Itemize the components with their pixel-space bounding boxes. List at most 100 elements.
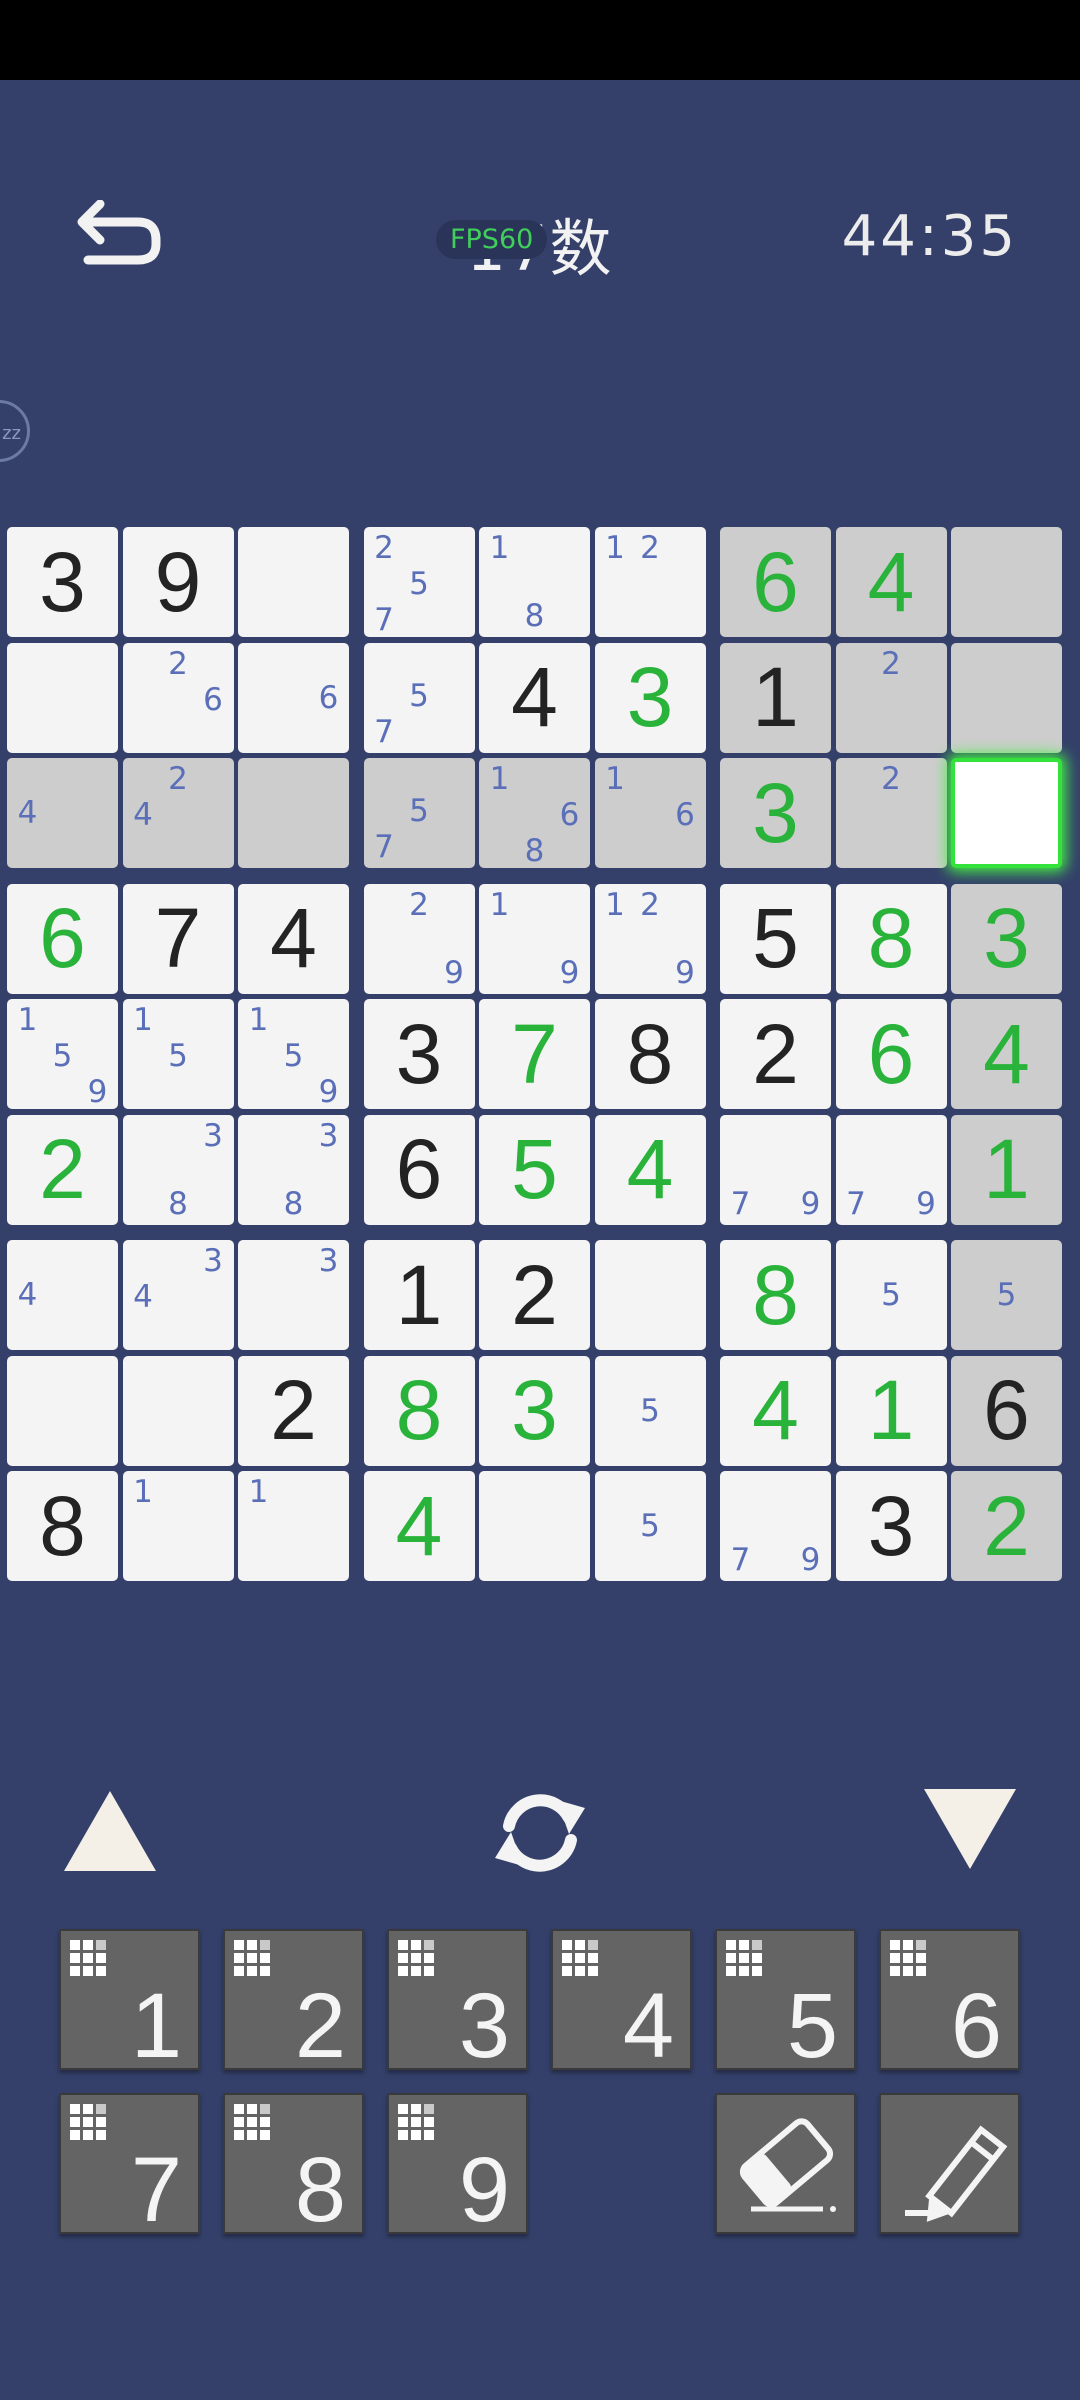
sudoku-cell-r9c4[interactable]: 4	[363, 1471, 475, 1581]
sudoku-cell-r3c9[interactable]	[951, 758, 1062, 868]
sudoku-cell-r9c3[interactable]: 1	[238, 1471, 349, 1581]
sudoku-cell-r9c2[interactable]: 1	[122, 1471, 234, 1581]
sudoku-cell-r5c7[interactable]: 2	[720, 999, 831, 1109]
sudoku-cell-r8c6[interactable]: 5	[594, 1355, 706, 1466]
sudoku-cell-r6c1[interactable]: 2	[7, 1114, 118, 1225]
sudoku-cell-r6c5[interactable]: 5	[479, 1114, 590, 1225]
sudoku-cell-r9c9[interactable]: 2	[951, 1471, 1062, 1581]
sudoku-cell-r7c3[interactable]: 3	[238, 1240, 349, 1350]
sudoku-cell-r4c8[interactable]: 8	[835, 883, 947, 994]
number-key-6[interactable]: 6	[879, 1929, 1020, 2072]
sudoku-cell-r5c4[interactable]: 3	[363, 999, 475, 1109]
sudoku-cell-r4c5[interactable]: 19	[479, 883, 590, 994]
sudoku-cell-r1c6[interactable]: 12	[594, 527, 706, 637]
sudoku-cell-r4c2[interactable]: 7	[122, 883, 234, 994]
eraser-button[interactable]	[715, 2093, 856, 2234]
sudoku-cell-r5c1[interactable]: 159	[7, 999, 118, 1110]
pencil-button[interactable]	[879, 2093, 1020, 2234]
sudoku-cell-r4c3[interactable]: 4	[238, 883, 349, 994]
sudoku-cell-r4c4[interactable]: 29	[363, 883, 475, 994]
sudoku-cell-r9c5[interactable]	[479, 1471, 590, 1581]
sudoku-cell-r7c7[interactable]: 8	[720, 1240, 831, 1350]
number-key-1[interactable]: 1	[59, 1929, 200, 2072]
sudoku-cell-r3c1[interactable]: 4	[7, 758, 118, 868]
sudoku-cell-r3c7[interactable]: 3	[720, 758, 831, 868]
sudoku-cell-r7c4[interactable]: 1	[363, 1240, 475, 1350]
sudoku-cell-r8c8[interactable]: 1	[835, 1355, 947, 1466]
sudoku-cell-r3c6[interactable]: 16	[594, 758, 706, 868]
sudoku-cell-r6c2[interactable]: 38	[122, 1114, 234, 1225]
sudoku-cell-r5c8[interactable]: 6	[835, 999, 947, 1109]
sudoku-cell-r2c7[interactable]: 1	[720, 642, 831, 753]
sudoku-cell-r1c3[interactable]	[238, 527, 349, 637]
number-key-7[interactable]: 7	[59, 2093, 200, 2236]
sudoku-cell-r8c4[interactable]: 8	[363, 1355, 475, 1466]
cell-notes: 57	[367, 646, 472, 750]
number-key-4[interactable]: 4	[551, 1929, 692, 2072]
sudoku-cell-r7c6[interactable]	[594, 1240, 706, 1350]
sudoku-cell-r5c9[interactable]: 4	[951, 999, 1062, 1109]
sudoku-cell-r6c8[interactable]: 79	[835, 1114, 947, 1225]
sudoku-cell-r8c3[interactable]: 2	[238, 1355, 349, 1466]
sudoku-cell-r8c1[interactable]	[7, 1355, 118, 1466]
side-badge[interactable]: zz	[0, 400, 30, 462]
sudoku-cell-r2c6[interactable]: 3	[594, 642, 706, 753]
sudoku-cell-r1c2[interactable]: 9	[122, 527, 234, 637]
sudoku-cell-r1c5[interactable]: 18	[479, 527, 590, 637]
sudoku-cell-r8c9[interactable]: 6	[951, 1355, 1062, 1466]
sudoku-cell-r9c7[interactable]: 79	[720, 1471, 831, 1581]
sudoku-cell-r2c1[interactable]	[7, 642, 118, 753]
sudoku-cell-r6c4[interactable]: 6	[363, 1114, 475, 1225]
pencil-mark	[954, 1243, 989, 1277]
sudoku-cell-r3c3[interactable]	[238, 758, 349, 868]
refresh-button[interactable]	[487, 1780, 593, 1886]
sudoku-cell-r2c3[interactable]: 6	[238, 642, 349, 753]
sudoku-cell-r3c4[interactable]: 57	[363, 758, 475, 868]
sudoku-cell-r9c8[interactable]: 3	[835, 1471, 947, 1581]
sudoku-cell-r6c3[interactable]: 38	[238, 1114, 349, 1225]
pencil-mark	[668, 1508, 703, 1544]
sudoku-cell-r9c1[interactable]: 8	[7, 1471, 118, 1581]
down-button[interactable]	[920, 1785, 1020, 1875]
sudoku-cell-r6c9[interactable]: 1	[951, 1114, 1062, 1225]
sudoku-cell-r5c6[interactable]: 8	[594, 999, 706, 1109]
sudoku-cell-r1c8[interactable]: 4	[835, 527, 947, 637]
sudoku-cell-r8c7[interactable]: 4	[720, 1355, 831, 1466]
pencil-mark	[437, 646, 472, 678]
sudoku-cell-r7c1[interactable]: 4	[7, 1240, 118, 1350]
sudoku-cell-r6c7[interactable]: 79	[720, 1114, 831, 1225]
number-key-2[interactable]: 2	[223, 1929, 364, 2072]
sudoku-cell-r1c7[interactable]: 6	[720, 527, 831, 637]
sudoku-cell-r2c5[interactable]: 4	[479, 642, 590, 753]
sudoku-cell-r1c4[interactable]: 257	[363, 527, 475, 638]
sudoku-cell-r7c5[interactable]: 2	[479, 1240, 590, 1350]
sudoku-cell-r5c3[interactable]: 159	[238, 999, 349, 1110]
sudoku-cell-r2c9[interactable]	[951, 642, 1062, 753]
number-key-5[interactable]: 5	[715, 1929, 856, 2072]
sudoku-cell-r7c9[interactable]: 5	[951, 1240, 1062, 1350]
sudoku-cell-r5c5[interactable]: 7	[479, 999, 590, 1109]
sudoku-cell-r3c5[interactable]: 1 68	[479, 758, 590, 869]
number-key-8[interactable]: 8	[223, 2093, 364, 2236]
sudoku-cell-r2c2[interactable]: 26	[122, 642, 234, 753]
sudoku-cell-r2c8[interactable]: 2	[835, 642, 947, 753]
sudoku-cell-r9c6[interactable]: 5	[594, 1471, 706, 1581]
sudoku-cell-r1c1[interactable]: 3	[7, 527, 118, 637]
sudoku-cell-r1c9[interactable]	[951, 527, 1062, 637]
sudoku-cell-r4c7[interactable]: 5	[720, 883, 831, 994]
sudoku-cell-r2c4[interactable]: 57	[363, 642, 475, 753]
sudoku-cell-r5c2[interactable]: 15	[122, 999, 234, 1109]
sudoku-cell-r7c2[interactable]: 34	[122, 1240, 234, 1350]
sudoku-cell-r4c6[interactable]: 129	[594, 883, 706, 994]
sudoku-cell-r3c2[interactable]: 24	[122, 758, 234, 868]
sudoku-cell-r8c5[interactable]: 3	[479, 1355, 590, 1466]
number-key-3[interactable]: 3	[387, 1929, 528, 2072]
sudoku-cell-r7c8[interactable]: 5	[835, 1240, 947, 1350]
up-button[interactable]	[60, 1785, 160, 1875]
sudoku-cell-r6c6[interactable]: 4	[594, 1114, 706, 1225]
sudoku-cell-r8c2[interactable]	[122, 1355, 234, 1466]
sudoku-cell-r3c8[interactable]: 2	[835, 758, 947, 868]
number-key-9[interactable]: 9	[387, 2093, 528, 2236]
sudoku-cell-r4c1[interactable]: 6	[7, 883, 118, 994]
sudoku-cell-r4c9[interactable]: 3	[951, 883, 1062, 994]
